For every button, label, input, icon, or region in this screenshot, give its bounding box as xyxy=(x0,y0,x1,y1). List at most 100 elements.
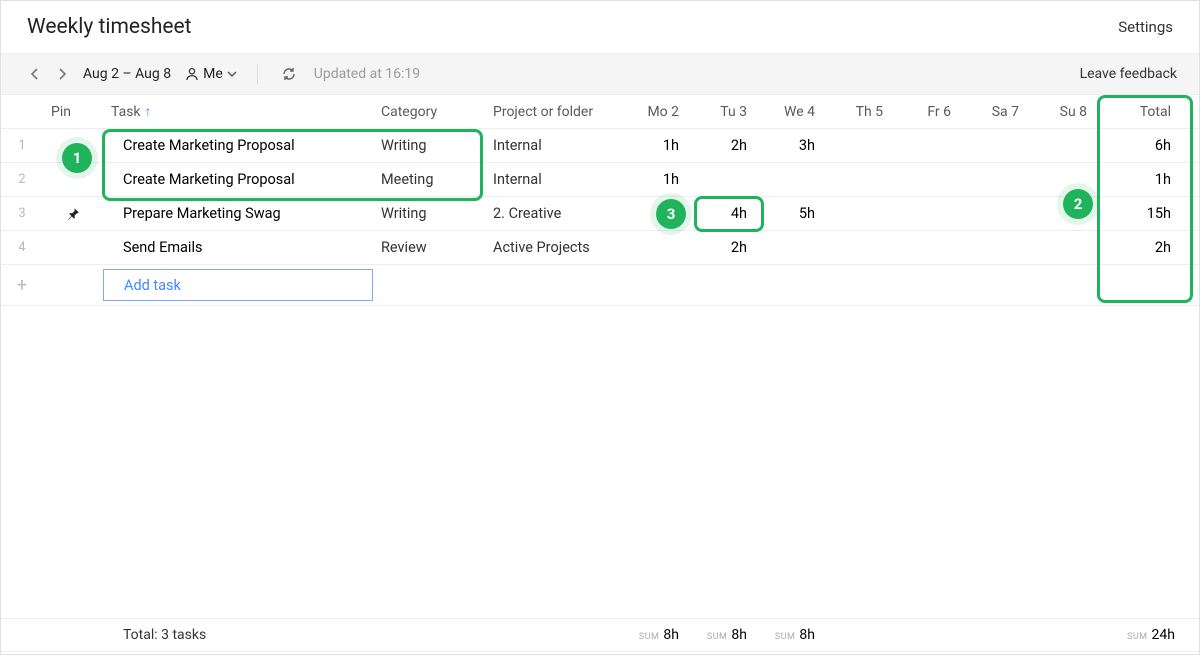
row-total: 6h xyxy=(1101,129,1189,162)
footer-day-sum: SUM8h xyxy=(761,619,829,651)
category-cell[interactable]: Writing xyxy=(373,197,485,230)
col-day-th[interactable]: Th 5 xyxy=(829,95,897,128)
day-cell[interactable]: 3h xyxy=(761,129,829,162)
user-label: Me xyxy=(203,66,223,82)
table-row: 1 Create Marketing Proposal Writing Inte… xyxy=(1,129,1199,163)
leave-feedback-link[interactable]: Leave feedback xyxy=(1080,66,1177,82)
add-task-row: + Add task xyxy=(1,265,1199,306)
footer-total-label: Total: 3 tasks xyxy=(103,619,373,651)
day-cell[interactable] xyxy=(829,197,897,230)
table-row: 2 Create Marketing Proposal Meeting Inte… xyxy=(1,163,1199,197)
task-cell[interactable]: Send Emails xyxy=(103,231,373,264)
toolbar: Aug 2 – Aug 8 Me Updated at 16:19 Leave … xyxy=(1,53,1199,95)
day-cell[interactable] xyxy=(965,163,1033,196)
row-number: 1 xyxy=(1,129,43,162)
day-cell[interactable] xyxy=(1033,231,1101,264)
grid-body: 1 Create Marketing Proposal Writing Inte… xyxy=(1,129,1199,618)
col-day-sa[interactable]: Sa 7 xyxy=(965,95,1033,128)
col-rownum xyxy=(1,95,43,128)
day-cell[interactable]: 1h xyxy=(625,129,693,162)
add-row-button[interactable]: + xyxy=(1,265,43,305)
col-day-we[interactable]: We 4 xyxy=(761,95,829,128)
toolbar-separator xyxy=(257,64,258,84)
row-number: 2 xyxy=(1,163,43,196)
col-pin[interactable]: Pin xyxy=(43,95,103,128)
day-cell[interactable] xyxy=(829,129,897,162)
project-cell[interactable]: 2. Creative xyxy=(485,197,625,230)
footer-grand-total: SUM24h xyxy=(1101,619,1189,651)
day-cell[interactable] xyxy=(1033,163,1101,196)
sum-label: SUM xyxy=(707,632,728,642)
day-cell[interactable]: 1h xyxy=(625,163,693,196)
col-day-fr[interactable]: Fr 6 xyxy=(897,95,965,128)
day-cell[interactable]: 4h xyxy=(693,197,761,230)
col-day-su[interactable]: Su 8 xyxy=(1033,95,1101,128)
category-cell[interactable]: Review xyxy=(373,231,485,264)
day-cell[interactable] xyxy=(897,197,965,230)
day-cell[interactable] xyxy=(829,231,897,264)
updated-timestamp: Updated at 16:19 xyxy=(314,66,420,82)
col-project[interactable]: Project or folder xyxy=(485,95,625,128)
day-cell[interactable] xyxy=(897,163,965,196)
category-cell[interactable]: Writing xyxy=(373,129,485,162)
day-cell[interactable] xyxy=(829,163,897,196)
category-cell[interactable]: Meeting xyxy=(373,163,485,196)
col-task[interactable]: Task ↑ xyxy=(103,95,373,128)
task-cell[interactable]: Create Marketing Proposal xyxy=(103,163,373,196)
col-task-label: Task xyxy=(111,104,141,120)
page-title: Weekly timesheet xyxy=(27,15,192,39)
table-row: 4 Send Emails Review Active Projects 2h … xyxy=(1,231,1199,265)
user-selector[interactable]: Me xyxy=(185,66,237,82)
project-cell[interactable]: Internal xyxy=(485,163,625,196)
footer-row: Total: 3 tasks SUM8h SUM8h SUM8h SUM24h xyxy=(1,619,1199,652)
row-number: 3 xyxy=(1,197,43,230)
task-cell[interactable]: Prepare Marketing Swag xyxy=(103,197,373,230)
refresh-button[interactable] xyxy=(278,63,300,85)
day-cell[interactable]: 2h xyxy=(693,231,761,264)
table-row: 3 Prepare Marketing Swag Writing 2. Crea… xyxy=(1,197,1199,231)
project-cell[interactable]: Active Projects xyxy=(485,231,625,264)
pin-cell[interactable] xyxy=(43,197,103,230)
prev-week-button[interactable] xyxy=(23,63,45,85)
day-cell[interactable] xyxy=(625,231,693,264)
sum-label: SUM xyxy=(775,632,796,642)
project-cell[interactable]: Internal xyxy=(485,129,625,162)
row-number: 4 xyxy=(1,231,43,264)
footer-day-sum xyxy=(1033,619,1101,651)
row-total: 2h xyxy=(1101,231,1189,264)
callout-badge-1: 1 xyxy=(62,143,92,173)
next-week-button[interactable] xyxy=(51,63,73,85)
callout-badge-3: 3 xyxy=(656,199,686,229)
add-task-input[interactable]: Add task xyxy=(103,269,373,301)
day-cell[interactable]: 2h xyxy=(693,129,761,162)
app-frame: Weekly timesheet Settings Aug 2 – Aug 8 … xyxy=(0,0,1200,655)
day-cell[interactable] xyxy=(965,231,1033,264)
col-total[interactable]: Total xyxy=(1101,95,1189,128)
sum-label: SUM xyxy=(639,632,660,642)
day-cell[interactable] xyxy=(761,231,829,264)
sort-asc-icon: ↑ xyxy=(145,103,152,120)
row-total: 15h xyxy=(1101,197,1189,230)
col-day-tu[interactable]: Tu 3 xyxy=(693,95,761,128)
day-cell[interactable] xyxy=(897,129,965,162)
day-cell[interactable] xyxy=(965,129,1033,162)
col-day-mo[interactable]: Mo 2 xyxy=(625,95,693,128)
chevron-down-icon xyxy=(227,70,237,78)
footer-day-sum: SUM8h xyxy=(625,619,693,651)
date-range[interactable]: Aug 2 – Aug 8 xyxy=(83,66,171,82)
day-cell[interactable] xyxy=(693,163,761,196)
footer-day-sum xyxy=(897,619,965,651)
settings-link[interactable]: Settings xyxy=(1118,18,1173,36)
user-icon xyxy=(185,67,199,81)
day-cell[interactable] xyxy=(761,163,829,196)
footer-day-sum xyxy=(829,619,897,651)
pin-cell[interactable] xyxy=(43,231,103,264)
timesheet-grid: Pin Task ↑ Category Project or folder Mo… xyxy=(1,95,1199,654)
pin-icon xyxy=(66,207,80,221)
col-category[interactable]: Category xyxy=(373,95,485,128)
day-cell[interactable] xyxy=(1033,129,1101,162)
task-cell[interactable]: Create Marketing Proposal xyxy=(103,129,373,162)
day-cell[interactable] xyxy=(965,197,1033,230)
day-cell[interactable] xyxy=(897,231,965,264)
day-cell[interactable]: 5h xyxy=(761,197,829,230)
